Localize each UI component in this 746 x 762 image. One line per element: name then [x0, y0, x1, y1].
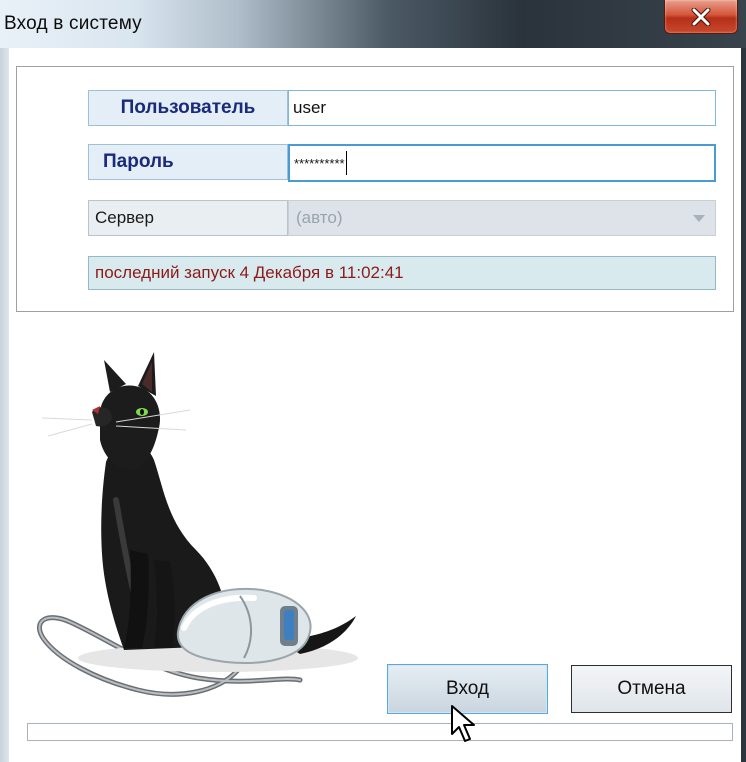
- password-input-value: **********: [294, 155, 345, 171]
- server-label: Сервер: [88, 200, 288, 236]
- window-frame-left: [0, 48, 9, 762]
- last-launch-status: последний запуск 4 Декабря в 11:02:41: [88, 256, 716, 290]
- mouse-pointer-icon: [451, 705, 475, 742]
- login-form-panel: Пользователь user Пароль ********** Серв…: [16, 66, 734, 312]
- text-caret: [345, 151, 347, 175]
- chevron-down-icon: [693, 215, 705, 222]
- cancel-button[interactable]: Отмена: [571, 665, 732, 713]
- user-input[interactable]: user: [288, 90, 716, 126]
- close-button[interactable]: [664, 0, 738, 34]
- close-icon: [691, 7, 711, 26]
- user-label: Пользователь: [88, 90, 288, 126]
- user-input-value: user: [293, 98, 327, 117]
- server-select-value: (авто): [296, 208, 343, 227]
- password-label: Пароль: [88, 144, 288, 180]
- server-select[interactable]: (авто): [288, 200, 716, 236]
- login-progress-bar: [27, 723, 733, 741]
- password-input[interactable]: **********: [288, 144, 716, 182]
- window-frame-right: [741, 48, 746, 762]
- cat-with-mouse-illustration: [37, 352, 358, 697]
- window-title: Вход в систему: [4, 13, 142, 34]
- window-title-bar[interactable]: Вход в систему: [0, 0, 746, 48]
